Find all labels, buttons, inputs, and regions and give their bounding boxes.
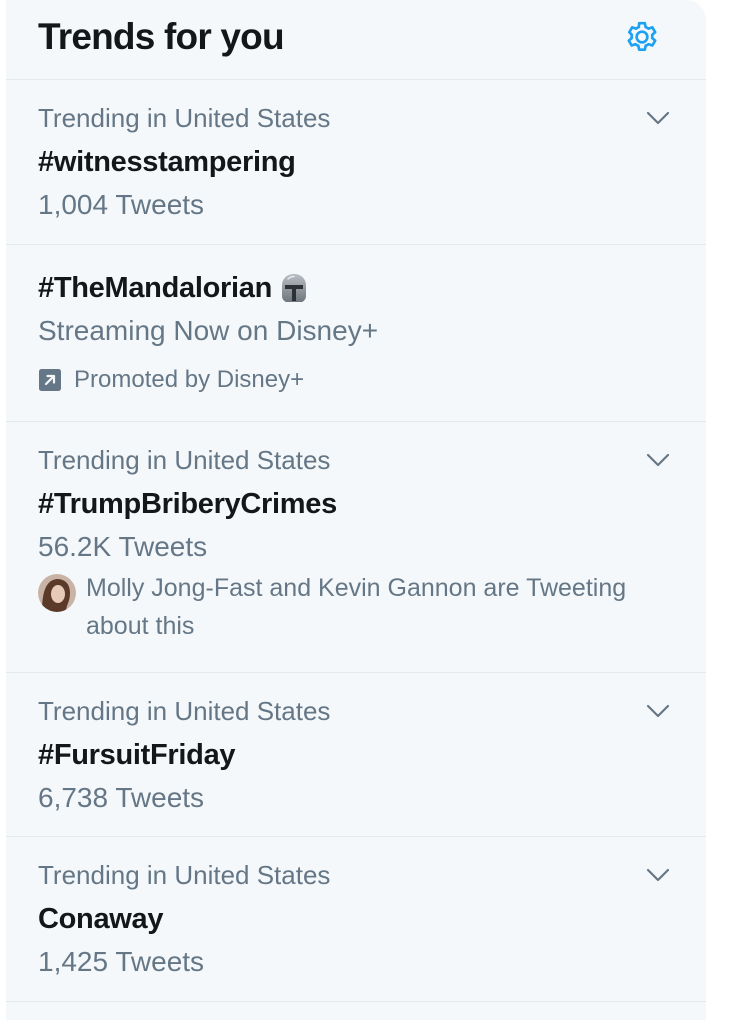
promoted-label: Promoted by Disney+ — [74, 366, 305, 393]
trend-name-row[interactable]: #TheMandalorian — [38, 270, 310, 306]
trend-item[interactable]: Trending in United States #witnesstamper… — [6, 80, 706, 245]
chevron-down-icon — [646, 704, 670, 718]
trend-name[interactable]: #witnesstampering — [38, 144, 296, 180]
social-context-text: Molly Jong-Fast and Kevin Gannon are Twe… — [86, 574, 627, 640]
trend-name[interactable]: Conaway — [38, 901, 164, 937]
trend-context: Trending in United States — [38, 103, 331, 133]
trend-tweet-count: 6,738 Tweets — [38, 782, 205, 813]
trend-tweet-count: 56.2K Tweets — [38, 531, 208, 562]
trend-menu-button[interactable] — [642, 695, 674, 727]
chevron-down-icon — [646, 868, 670, 882]
trend-context: Trending in United States — [38, 696, 331, 726]
gear-icon — [627, 21, 657, 52]
promoted-trend-item[interactable]: #TheMandalorian Streaming Now on Disney+ — [6, 245, 706, 422]
trends-title: Trends for you — [38, 16, 285, 57]
trends-panel: Trends for you Trending in United States… — [6, 0, 706, 1020]
promoted-arrow-icon — [39, 369, 61, 391]
promoted-trend-description: Streaming Now on Disney+ — [38, 315, 379, 346]
trend-name: #TheMandalorian — [38, 272, 272, 304]
avatar — [38, 574, 76, 612]
trend-menu-button[interactable] — [642, 859, 674, 891]
trend-tweet-count: 1,425 Tweets — [38, 946, 205, 977]
trend-item[interactable]: Trending in United States Conaway 1,425 … — [6, 837, 706, 1002]
settings-button[interactable] — [620, 15, 664, 59]
trend-item[interactable]: Trending in United States #FursuitFriday… — [6, 673, 706, 837]
trend-menu-button[interactable] — [642, 444, 674, 476]
trend-menu-button[interactable] — [642, 102, 674, 134]
trend-name[interactable]: #FursuitFriday — [38, 737, 236, 773]
chevron-down-icon — [646, 453, 670, 467]
promoted-label-row: Promoted by Disney+ — [38, 365, 304, 395]
trends-header: Trends for you — [6, 0, 706, 80]
trend-item[interactable]: Trending in United States #TrumpBriberyC… — [6, 422, 706, 673]
trend-name[interactable]: #TrumpBriberyCrimes — [38, 486, 337, 522]
chevron-down-icon — [646, 111, 670, 125]
trend-tweet-count: 1,004 Tweets — [38, 189, 205, 220]
mandalorian-helmet-icon — [282, 274, 306, 302]
social-context: Molly Jong-Fast and Kevin Gannon are Twe… — [38, 572, 658, 645]
trend-context: Trending in United States — [38, 860, 331, 890]
trend-context: Trending in United States — [38, 445, 331, 475]
